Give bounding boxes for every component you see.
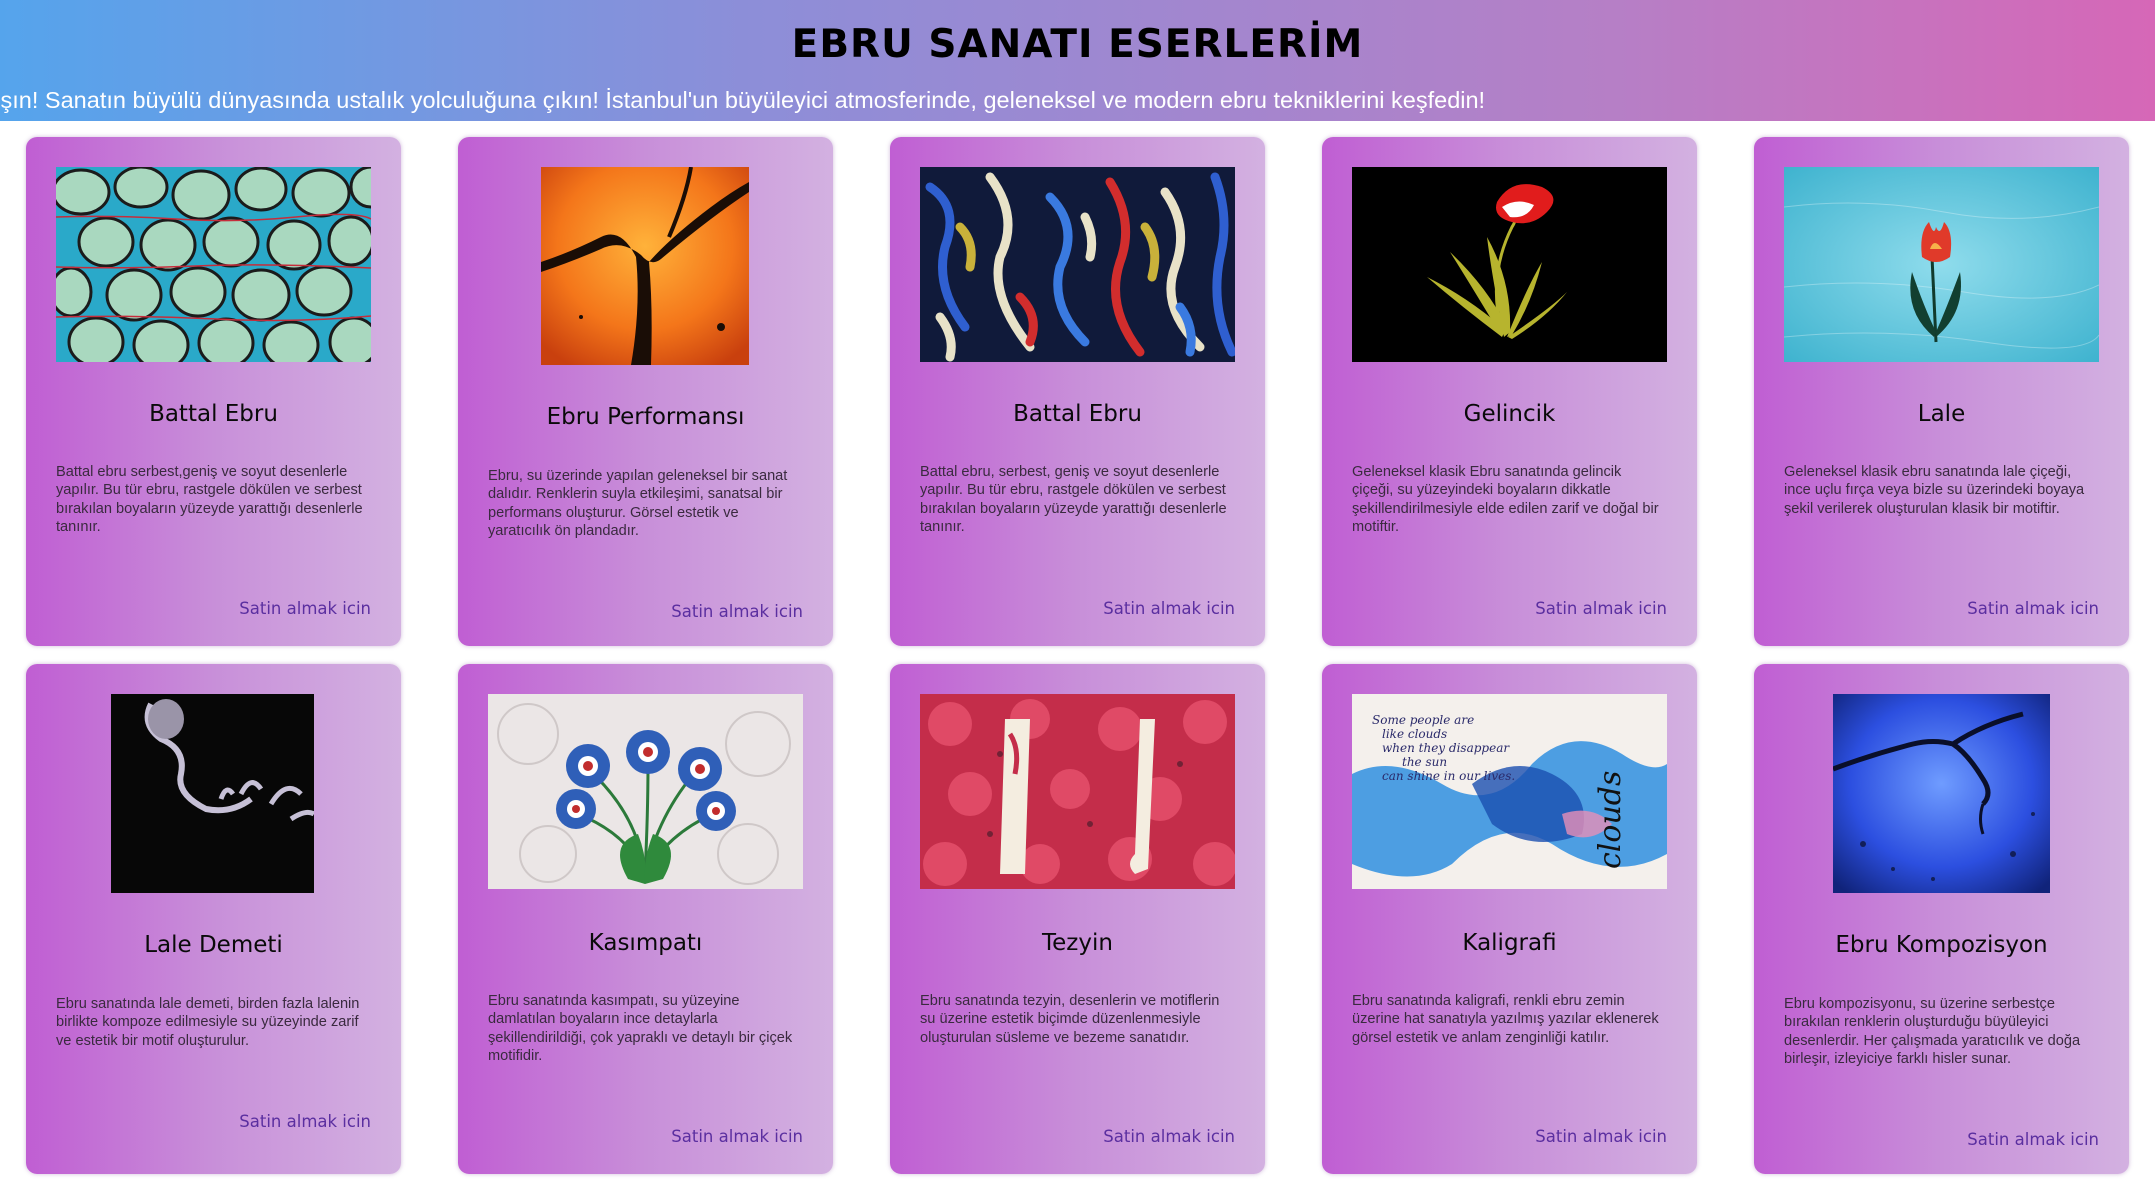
card-description: Ebru, su üzerinde yapılan geleneksel bir… bbox=[488, 468, 788, 539]
card-description: Ebru sanatında lale demeti, birden fazla… bbox=[56, 996, 360, 1049]
artwork-card: Ebru Performansı Ebru, su üzerinde yapıl… bbox=[458, 137, 833, 646]
card-title: Gelincik bbox=[1463, 401, 1556, 427]
ebru-performance-orange-image bbox=[541, 167, 749, 365]
ebru-kompozisyon-blue-image bbox=[1833, 694, 2050, 893]
calligraphy-text-line: the sun bbox=[1402, 755, 1447, 769]
calligraphy-text-line: like clouds bbox=[1382, 727, 1447, 741]
card-title: Ebru Performansı bbox=[546, 404, 745, 430]
card-description: Battal ebru, serbest, geniş ve soyut des… bbox=[920, 464, 1227, 535]
card-title: Tezyin bbox=[1042, 930, 1113, 956]
artwork-card: Some people are like clouds when they di… bbox=[1322, 664, 1697, 1174]
page-title: EBRU SANATI ESERLERİM bbox=[791, 22, 1364, 67]
buy-link[interactable]: Satin almak icin bbox=[1967, 599, 2099, 618]
card-title: Battal Ebru bbox=[1013, 401, 1142, 427]
tezyin-red-image bbox=[920, 694, 1235, 889]
artwork-card: Lale Demeti Ebru sanatında lale demeti, … bbox=[26, 664, 401, 1174]
calligraphy-text-line: Some people are bbox=[1372, 713, 1474, 727]
calligraphy-text-line: can shine in our lives. bbox=[1382, 769, 1515, 783]
kasimpati-flower-image bbox=[488, 694, 803, 889]
artwork-card: Lale Geleneksel klasik ebru sanatında la… bbox=[1754, 137, 2129, 646]
buy-link[interactable]: Satin almak icin bbox=[239, 599, 371, 618]
card-title: Battal Ebru bbox=[149, 401, 278, 427]
calligraphy-text-line: when they disappear bbox=[1382, 741, 1510, 755]
card-title: Lale bbox=[1917, 401, 1966, 427]
artwork-card: Tezyin Ebru sanatında tezyin, desenlerin… bbox=[890, 664, 1265, 1174]
artwork-card: Battal Ebru Battal ebru, serbest, geniş … bbox=[890, 137, 1265, 646]
buy-link[interactable]: Satin almak icin bbox=[1535, 599, 1667, 618]
battal-ebru-blue-image bbox=[920, 167, 1235, 362]
artwork-card: Battal Ebru Battal ebru serbest,geniş ve… bbox=[26, 137, 401, 646]
artwork-card: Gelincik Geleneksel klasik Ebru sanatınd… bbox=[1322, 137, 1697, 646]
buy-link[interactable]: Satin almak icin bbox=[671, 602, 803, 621]
card-description: Battal ebru serbest,geniş ve soyut desen… bbox=[56, 464, 363, 535]
buy-link[interactable]: Satin almak icin bbox=[1103, 599, 1235, 618]
artwork-card: Kasımpatı Ebru sanatında kasımpatı, su y… bbox=[458, 664, 833, 1174]
battal-ebru-green-image bbox=[56, 167, 371, 362]
card-title: Kaligrafi bbox=[1462, 930, 1557, 956]
lale-demeti-image bbox=[111, 694, 314, 893]
card-title: Ebru Kompozisyon bbox=[1835, 932, 2048, 958]
card-description: Ebru kompozisyonu, su üzerine serbestçe … bbox=[1784, 996, 2081, 1067]
kaligrafi-image: Some people are like clouds when they di… bbox=[1352, 694, 1667, 889]
buy-link[interactable]: Satin almak icin bbox=[1967, 1130, 2099, 1149]
page-header: EBRU SANATI ESERLERİM ışın! Sanatın büyü… bbox=[0, 0, 2155, 121]
card-description: Geleneksel klasik Ebru sanatında gelinci… bbox=[1352, 464, 1659, 535]
artwork-card: Ebru Kompozisyon Ebru kompozisyonu, su ü… bbox=[1754, 664, 2129, 1174]
buy-link[interactable]: Satin almak icin bbox=[1535, 1127, 1667, 1146]
lale-tulip-image bbox=[1784, 167, 2099, 362]
gelincik-flower-image bbox=[1352, 167, 1667, 362]
card-description: Ebru sanatında tezyin, desenlerin ve mot… bbox=[920, 993, 1220, 1046]
card-title: Lale Demeti bbox=[144, 932, 283, 958]
calligraphy-word: clouds bbox=[1593, 771, 1628, 869]
card-description: Ebru sanatında kaligrafi, renkli ebru ze… bbox=[1352, 993, 1659, 1046]
buy-link[interactable]: Satin almak icin bbox=[1103, 1127, 1235, 1146]
card-description: Geleneksel klasik ebru sanatında lale çi… bbox=[1784, 464, 2085, 517]
card-title: Kasımpatı bbox=[588, 930, 703, 956]
scrolling-announcement: ışın! Sanatın büyülü dünyasında ustalık … bbox=[0, 87, 1486, 113]
buy-link[interactable]: Satin almak icin bbox=[239, 1112, 371, 1131]
buy-link[interactable]: Satin almak icin bbox=[671, 1127, 803, 1146]
card-description: Ebru sanatında kasımpatı, su yüzeyine da… bbox=[488, 993, 793, 1064]
